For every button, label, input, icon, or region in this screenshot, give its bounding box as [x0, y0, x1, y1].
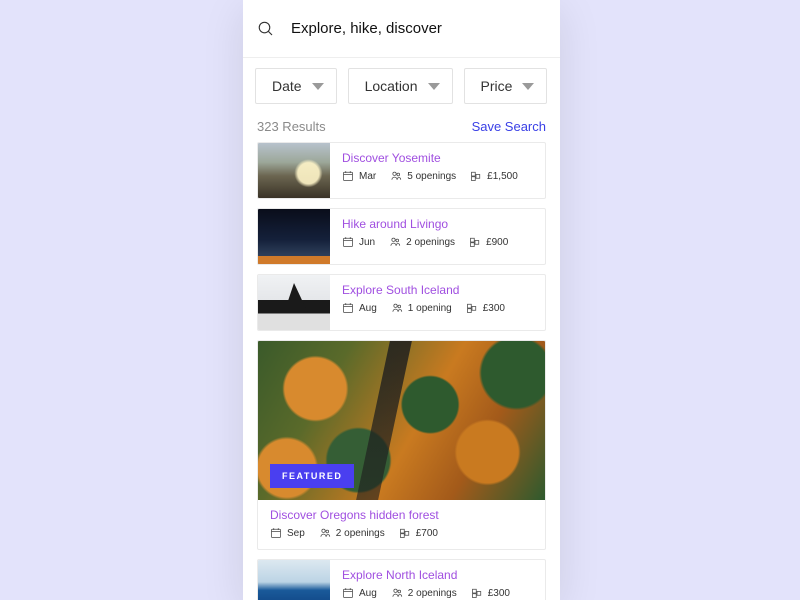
card-body: Explore North Iceland Aug 2 openings £30…	[330, 560, 518, 600]
people-icon	[391, 302, 403, 314]
price-icon	[470, 170, 482, 182]
filter-label: Price	[481, 78, 513, 94]
results-count: 323 Results	[257, 119, 326, 134]
results-header: 323 Results Save Search	[243, 104, 560, 142]
meta-row: Sep 2 openings £700	[270, 527, 533, 539]
price-icon	[466, 302, 478, 314]
search-icon	[257, 20, 275, 38]
card-body: Explore South Iceland Aug 1 opening £300	[330, 275, 513, 330]
app-frame: Date Location Price 323 Results Save Sea…	[243, 0, 560, 600]
meta-row: Jun 2 openings £900	[342, 236, 508, 248]
featured-image: FEATURED	[258, 341, 545, 500]
card-body: Hike around Livingo Jun 2 openings £900	[330, 209, 516, 264]
chevron-down-icon	[522, 83, 534, 90]
meta-openings: 2 openings	[389, 236, 455, 248]
meta-openings: 1 opening	[391, 302, 452, 314]
result-card[interactable]: Explore South Iceland Aug 1 opening £300	[257, 274, 546, 331]
card-body: Discover Yosemite Mar 5 openings £1,500	[330, 143, 526, 198]
save-search-link[interactable]: Save Search	[472, 119, 546, 134]
meta-row: Mar 5 openings £1,500	[342, 170, 518, 182]
price-icon	[399, 527, 411, 539]
chevron-down-icon	[312, 83, 324, 90]
people-icon	[319, 527, 331, 539]
people-icon	[389, 236, 401, 248]
calendar-icon	[342, 587, 354, 599]
card-thumbnail	[258, 275, 330, 330]
price-icon	[471, 587, 483, 599]
result-card[interactable]: Explore North Iceland Aug 2 openings £30…	[257, 559, 546, 600]
meta-openings: 2 openings	[391, 587, 457, 599]
meta-date: Aug	[342, 587, 377, 599]
calendar-icon	[342, 236, 354, 248]
people-icon	[391, 587, 403, 599]
filter-price[interactable]: Price	[464, 68, 548, 104]
results-list: Discover Yosemite Mar 5 openings £1,500	[243, 142, 560, 600]
featured-card[interactable]: FEATURED Discover Oregons hidden forest …	[257, 340, 546, 550]
meta-date: Aug	[342, 302, 377, 314]
meta-price: £300	[466, 302, 505, 314]
result-card[interactable]: Hike around Livingo Jun 2 openings £900	[257, 208, 546, 265]
card-title: Explore South Iceland	[342, 283, 505, 297]
calendar-icon	[342, 302, 354, 314]
result-card[interactable]: Discover Yosemite Mar 5 openings £1,500	[257, 142, 546, 199]
filter-label: Location	[365, 78, 418, 94]
meta-price: £900	[469, 236, 508, 248]
meta-row: Aug 2 openings £300	[342, 587, 510, 599]
calendar-icon	[342, 170, 354, 182]
calendar-icon	[270, 527, 282, 539]
card-title: Hike around Livingo	[342, 217, 508, 231]
card-thumbnail	[258, 560, 330, 600]
card-body: Discover Oregons hidden forest Sep 2 ope…	[258, 500, 545, 549]
card-thumbnail	[258, 209, 330, 264]
meta-row: Aug 1 opening £300	[342, 302, 505, 314]
people-icon	[390, 170, 402, 182]
search-bar	[243, 0, 560, 58]
featured-badge: FEATURED	[270, 464, 354, 488]
meta-openings: 2 openings	[319, 527, 385, 539]
card-title: Discover Oregons hidden forest	[270, 508, 533, 522]
meta-price: £700	[399, 527, 438, 539]
search-input[interactable]	[291, 20, 546, 37]
meta-date: Mar	[342, 170, 376, 182]
card-title: Discover Yosemite	[342, 151, 518, 165]
filter-label: Date	[272, 78, 302, 94]
filter-location[interactable]: Location	[348, 68, 453, 104]
meta-price: £1,500	[470, 170, 518, 182]
chevron-down-icon	[428, 83, 440, 90]
card-title: Explore North Iceland	[342, 568, 510, 582]
price-icon	[469, 236, 481, 248]
filter-row: Date Location Price	[243, 58, 560, 104]
meta-date: Sep	[270, 527, 305, 539]
meta-price: £300	[471, 587, 510, 599]
meta-date: Jun	[342, 236, 375, 248]
meta-openings: 5 openings	[390, 170, 456, 182]
filter-date[interactable]: Date	[255, 68, 337, 104]
card-thumbnail	[258, 143, 330, 198]
